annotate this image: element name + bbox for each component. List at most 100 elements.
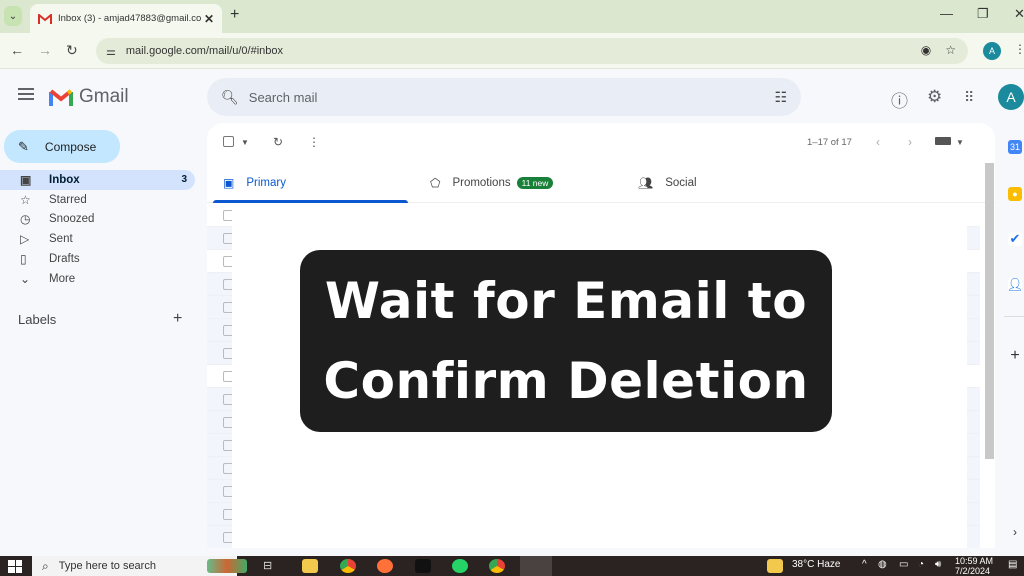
compose-label: Compose: [44, 139, 97, 154]
gmail-logo[interactable]: Gmail: [49, 86, 129, 108]
sidebar-item-drafts[interactable]: ▯ Drafts: [0, 249, 195, 269]
keep-icon[interactable]: ●: [1008, 187, 1022, 201]
active-tab-indicator: [213, 200, 408, 203]
back-icon[interactable]: ←: [10, 42, 24, 58]
sidebar-item-inbox[interactable]: ▣ Inbox 3: [0, 170, 195, 190]
task-view-icon[interactable]: ⊟: [263, 559, 279, 573]
chrome-profile-icon[interactable]: [489, 559, 505, 573]
sidebar-item-label: Drafts: [49, 253, 80, 266]
inbox-icon: ▣: [223, 176, 235, 190]
tag-icon: ⬠: [430, 176, 441, 190]
forward-icon[interactable]: →: [38, 42, 52, 58]
search-options-icon[interactable]: ☷: [774, 89, 787, 106]
wifi-icon[interactable]: ◔: [918, 559, 924, 570]
reload-icon[interactable]: ↻: [66, 42, 78, 59]
firefox-icon[interactable]: [377, 559, 393, 573]
star-icon: ☆: [20, 192, 31, 207]
whatsapp-icon[interactable]: [452, 559, 468, 573]
bookmark-star-icon[interactable]: ☆: [945, 43, 956, 57]
taskbar-clock[interactable]: 10:59 AM 7/2/2024: [955, 556, 993, 576]
calendar-icon[interactable]: 31: [1008, 140, 1022, 154]
tab-promotions[interactable]: ⬠ Promotions 11 new: [430, 163, 554, 203]
clock-date: 7/2/2024: [955, 566, 991, 576]
sidebar-item-sent[interactable]: ▷ Sent: [0, 229, 195, 249]
add-label-icon[interactable]: +: [173, 310, 182, 328]
scrollbar[interactable]: [985, 163, 994, 459]
refresh-icon[interactable]: ↻: [273, 135, 283, 149]
sidebar-item-label: Snoozed: [49, 213, 95, 226]
settings-gear-icon[interactable]: ⚙: [927, 87, 942, 107]
side-panel-divider: [1004, 316, 1024, 317]
network-icon[interactable]: ◍: [878, 559, 887, 570]
select-all-checkbox[interactable]: [223, 136, 234, 150]
tab-social[interactable]: 👥︎ Social: [638, 163, 697, 203]
banner-line-1: Wait for Email to: [324, 272, 808, 330]
tab-search-button[interactable]: ⌄: [4, 6, 22, 26]
close-tab-icon[interactable]: ✕: [204, 12, 214, 26]
app-icon[interactable]: [415, 559, 431, 573]
side-panel: 31 ● ✔ 👤︎ + ›: [996, 123, 1024, 548]
tasks-icon[interactable]: ✔: [1008, 231, 1022, 246]
chevron-down-icon: ⌄: [20, 271, 31, 286]
show-hidden-icons[interactable]: ^: [862, 559, 867, 570]
widgets-icon[interactable]: [207, 559, 247, 573]
chevron-down-icon: ⌄: [8, 10, 18, 22]
search-icon[interactable]: 🔍︎: [221, 89, 239, 106]
new-count-badge: 11 new: [516, 177, 554, 189]
compose-button[interactable]: ✎ Compose: [4, 130, 120, 163]
account-avatar[interactable]: A: [998, 84, 1024, 110]
labels-heading: Labels: [18, 312, 57, 327]
browser-tab-gmail[interactable]: Inbox (3) - amjad47883@gmail.co ✕: [30, 4, 222, 33]
minimize-button[interactable]: —: [940, 6, 953, 21]
chrome-profile-avatar[interactable]: A: [983, 42, 1001, 60]
file-explorer-icon[interactable]: [302, 559, 318, 573]
sidebar-item-snoozed[interactable]: ◷ Snoozed: [0, 210, 195, 230]
sidebar-item-label: Starred: [49, 193, 87, 206]
keyboard-icon[interactable]: [935, 137, 951, 145]
select-dropdown-icon[interactable]: ▼: [241, 138, 249, 147]
apps-grid-icon[interactable]: ⠿: [964, 89, 974, 106]
gmail-wordmark: Gmail: [79, 86, 129, 107]
new-tab-button[interactable]: +: [230, 6, 239, 24]
eye-icon[interactable]: ◉: [921, 43, 931, 57]
search-input[interactable]: Search mail: [249, 90, 775, 105]
search-bar[interactable]: 🔍︎ Search mail ☷: [207, 78, 801, 116]
inbox-icon: ▣: [20, 172, 32, 187]
more-actions-icon[interactable]: ⋮: [308, 135, 320, 149]
help-icon[interactable]: ⓘ: [891, 87, 908, 112]
notifications-icon[interactable]: ▤: [1008, 559, 1017, 570]
weather-text: 38°C Haze: [792, 559, 841, 570]
prev-page-icon[interactable]: ‹: [876, 135, 880, 149]
sidebar-item-label: Inbox: [49, 173, 80, 186]
people-icon: 👥︎: [638, 176, 654, 190]
browser-tab-strip: ⌄ Inbox (3) - amjad47883@gmail.co ✕ + — …: [0, 0, 1024, 33]
weather-icon[interactable]: [767, 559, 783, 573]
battery-icon[interactable]: ▭: [899, 559, 908, 570]
show-side-panel-icon[interactable]: ›: [1008, 525, 1022, 539]
search-icon: ⌕: [42, 558, 49, 573]
chrome-active-icon[interactable]: [520, 556, 552, 576]
sidebar-item-more[interactable]: ⌄ More: [0, 269, 195, 289]
tab-primary[interactable]: ▣ Primary: [223, 163, 286, 203]
clock-time: 10:59 AM: [955, 556, 994, 566]
chrome-icon[interactable]: [340, 559, 356, 573]
input-tools-dropdown-icon[interactable]: ▼: [956, 138, 964, 147]
sidebar-item-label: More: [49, 272, 76, 285]
sidebar-item-label: Sent: [49, 233, 73, 246]
get-addons-icon[interactable]: +: [1008, 347, 1022, 364]
main-menu-icon[interactable]: [18, 88, 34, 100]
windows-start-icon[interactable]: [8, 560, 22, 573]
chrome-menu-icon[interactable]: ⋮: [1014, 42, 1024, 56]
volume-icon[interactable]: 🔊︎: [935, 559, 941, 570]
next-page-icon[interactable]: ›: [908, 135, 912, 149]
close-window-button[interactable]: ✕: [1014, 6, 1024, 22]
windows-taskbar: ⌕ Type here to search ⊟ 38°C Haze ^ ◍ ▭ …: [0, 556, 1024, 576]
address-bar[interactable]: ⚌ mail.google.com/mail/u/0/#inbox ◉ ☆: [96, 38, 968, 64]
contacts-icon[interactable]: 👤︎: [1007, 277, 1023, 292]
restore-button[interactable]: ❐: [977, 6, 989, 22]
pagination-text: 1–17 of 17: [807, 137, 852, 148]
sidebar-item-starred[interactable]: ☆ Starred: [0, 190, 195, 210]
url-text: mail.google.com/mail/u/0/#inbox: [125, 45, 284, 57]
site-info-icon[interactable]: ⚌: [106, 45, 116, 58]
banner-line-2: Confirm Deletion: [323, 352, 809, 410]
